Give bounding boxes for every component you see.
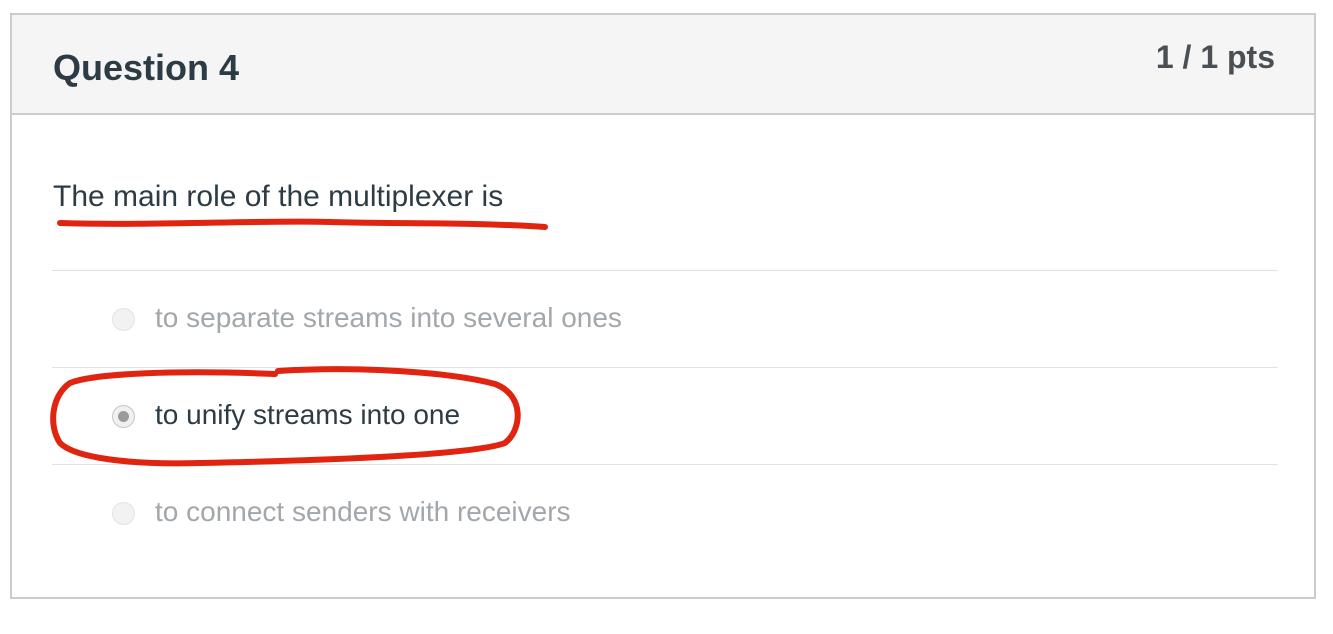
answer-divider [52, 464, 1278, 465]
question-text: The main role of the multiplexer is [53, 180, 504, 213]
question-card: Question 4 1 / 1 pts The main role of th… [10, 13, 1316, 599]
answer-option-2[interactable]: to unify streams into one [52, 369, 1278, 465]
answer-option-3[interactable]: to connect senders with receivers [52, 466, 1278, 562]
answer-label: to separate streams into several ones [155, 302, 622, 333]
answer-divider [52, 270, 1278, 271]
answer-option-1[interactable]: to separate streams into several ones [52, 272, 1278, 368]
question-title: Question 4 [53, 47, 240, 88]
answer-label: to unify streams into one [155, 399, 461, 430]
answer-label: to connect senders with receivers [155, 496, 571, 527]
question-points: 1 / 1 pts [1155, 39, 1275, 75]
answer-divider [52, 367, 1278, 368]
radio-button[interactable] [112, 502, 135, 525]
radio-button-selected[interactable] [112, 405, 135, 428]
radio-button[interactable] [112, 308, 135, 331]
question-header: Question 4 1 / 1 pts [12, 15, 1314, 115]
